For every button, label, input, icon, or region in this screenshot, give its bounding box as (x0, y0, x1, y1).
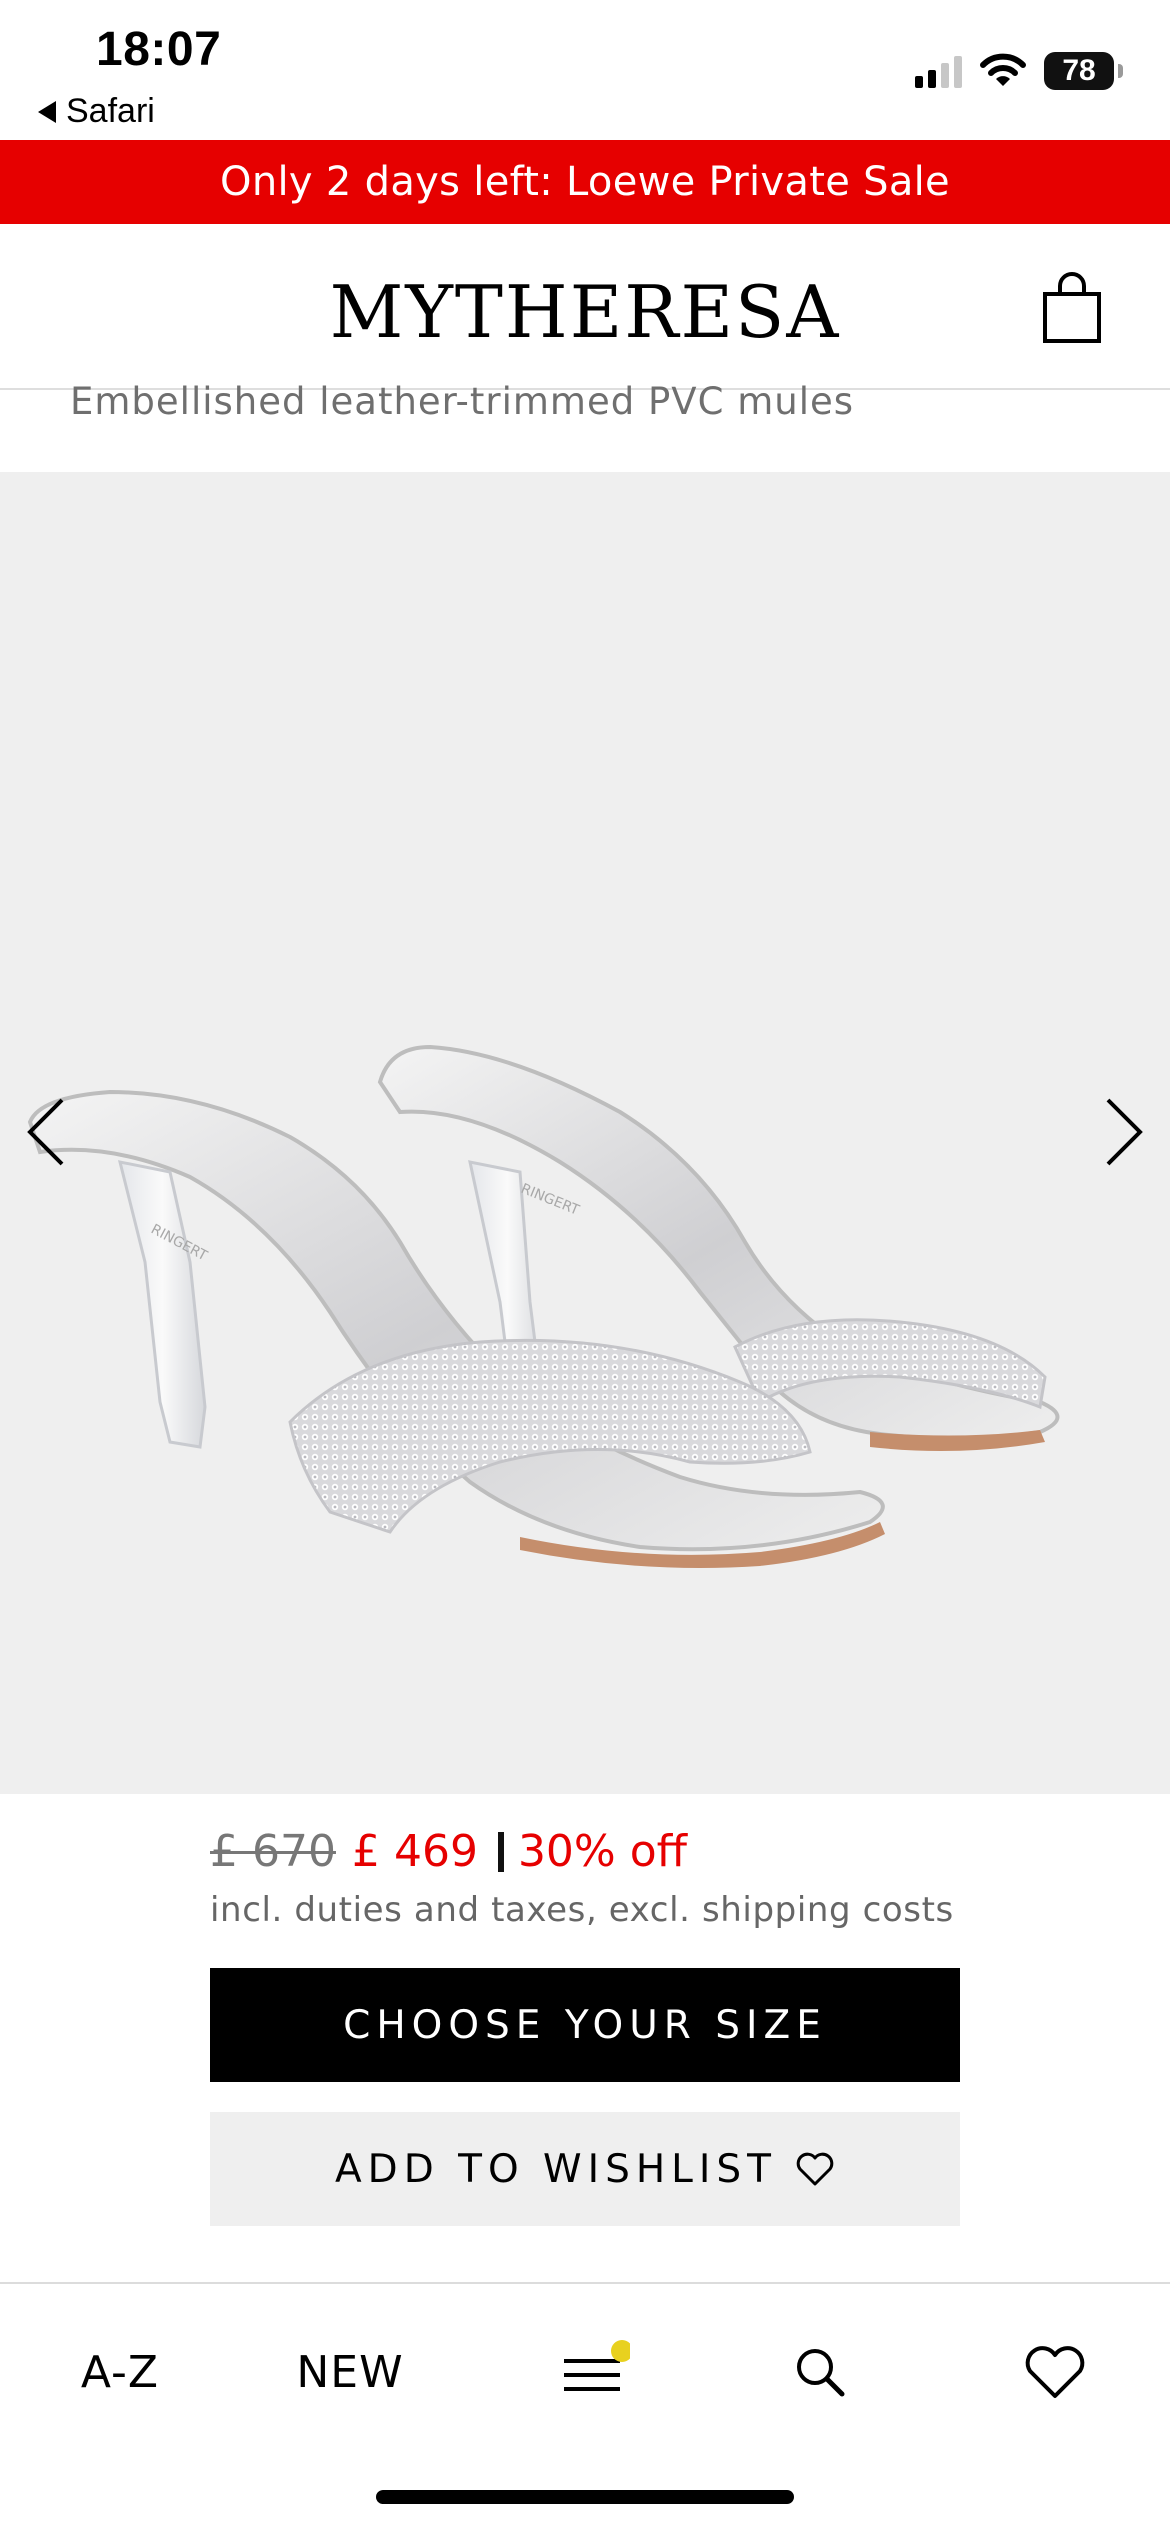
product-title: Embellished leather-trimmed PVC mules (70, 380, 855, 423)
svg-text:RINGERT: RINGERT (519, 1181, 582, 1219)
nav-search[interactable] (770, 2332, 870, 2412)
status-bar: 18:07 Safari 78 (0, 0, 1170, 140)
menu-icon (564, 2340, 630, 2391)
add-to-wishlist-button[interactable]: ADD TO WISHLIST (210, 2112, 960, 2226)
add-to-wishlist-label: ADD TO WISHLIST (334, 2146, 777, 2192)
choose-size-button[interactable]: CHOOSE YOUR SIZE (210, 1968, 960, 2082)
product-image-gallery[interactable]: RINGERT RINGERT (0, 472, 1170, 1794)
nav-az[interactable]: A-Z (60, 2332, 180, 2412)
choose-size-label: CHOOSE YOUR SIZE (343, 2002, 827, 2048)
heart-icon (1025, 2346, 1085, 2398)
wifi-icon (980, 53, 1026, 86)
nav-new[interactable]: NEW (280, 2332, 420, 2412)
shopping-bag-icon[interactable] (1042, 272, 1102, 344)
promo-banner[interactable]: Only 2 days left: Loewe Private Sale (0, 140, 1170, 224)
product-image: RINGERT RINGERT (27, 1044, 1060, 1568)
price-row: £ 670 £ 469 30% off (210, 1826, 687, 1877)
home-indicator[interactable] (376, 2490, 794, 2504)
nav-wishlist[interactable] (1000, 2332, 1110, 2412)
back-label: Safari (66, 92, 155, 130)
search-icon (797, 2349, 845, 2397)
battery-level: 78 (1062, 54, 1096, 87)
site-header: MYTHERESA (0, 224, 1170, 390)
signal-icon (915, 54, 962, 88)
battery-icon: 78 (1044, 52, 1123, 90)
original-price: £ 670 (210, 1826, 336, 1877)
chevron-left-icon[interactable] (16, 1092, 76, 1172)
status-indicators: 78 (915, 52, 1123, 90)
site-logo[interactable]: MYTHERESA (0, 270, 1170, 354)
nav-menu[interactable] (540, 2332, 640, 2412)
heart-outline-icon (796, 2152, 834, 2186)
chevron-right-icon[interactable] (1094, 1092, 1154, 1172)
notification-dot (611, 2340, 630, 2362)
promo-banner-text: Only 2 days left: Loewe Private Sale (220, 159, 950, 205)
back-to-safari-button[interactable]: Safari (38, 92, 155, 131)
discount-label: 30% off (517, 1826, 687, 1877)
nav-new-label: NEW (296, 2346, 404, 2398)
nav-az-label: A-Z (80, 2346, 160, 2398)
back-triangle-icon (38, 100, 56, 123)
status-time: 18:07 (96, 23, 222, 76)
sale-price: £ 469 (351, 1826, 478, 1877)
price-separator (497, 1831, 504, 1872)
tax-note: incl. duties and taxes, excl. shipping c… (210, 1890, 954, 1930)
